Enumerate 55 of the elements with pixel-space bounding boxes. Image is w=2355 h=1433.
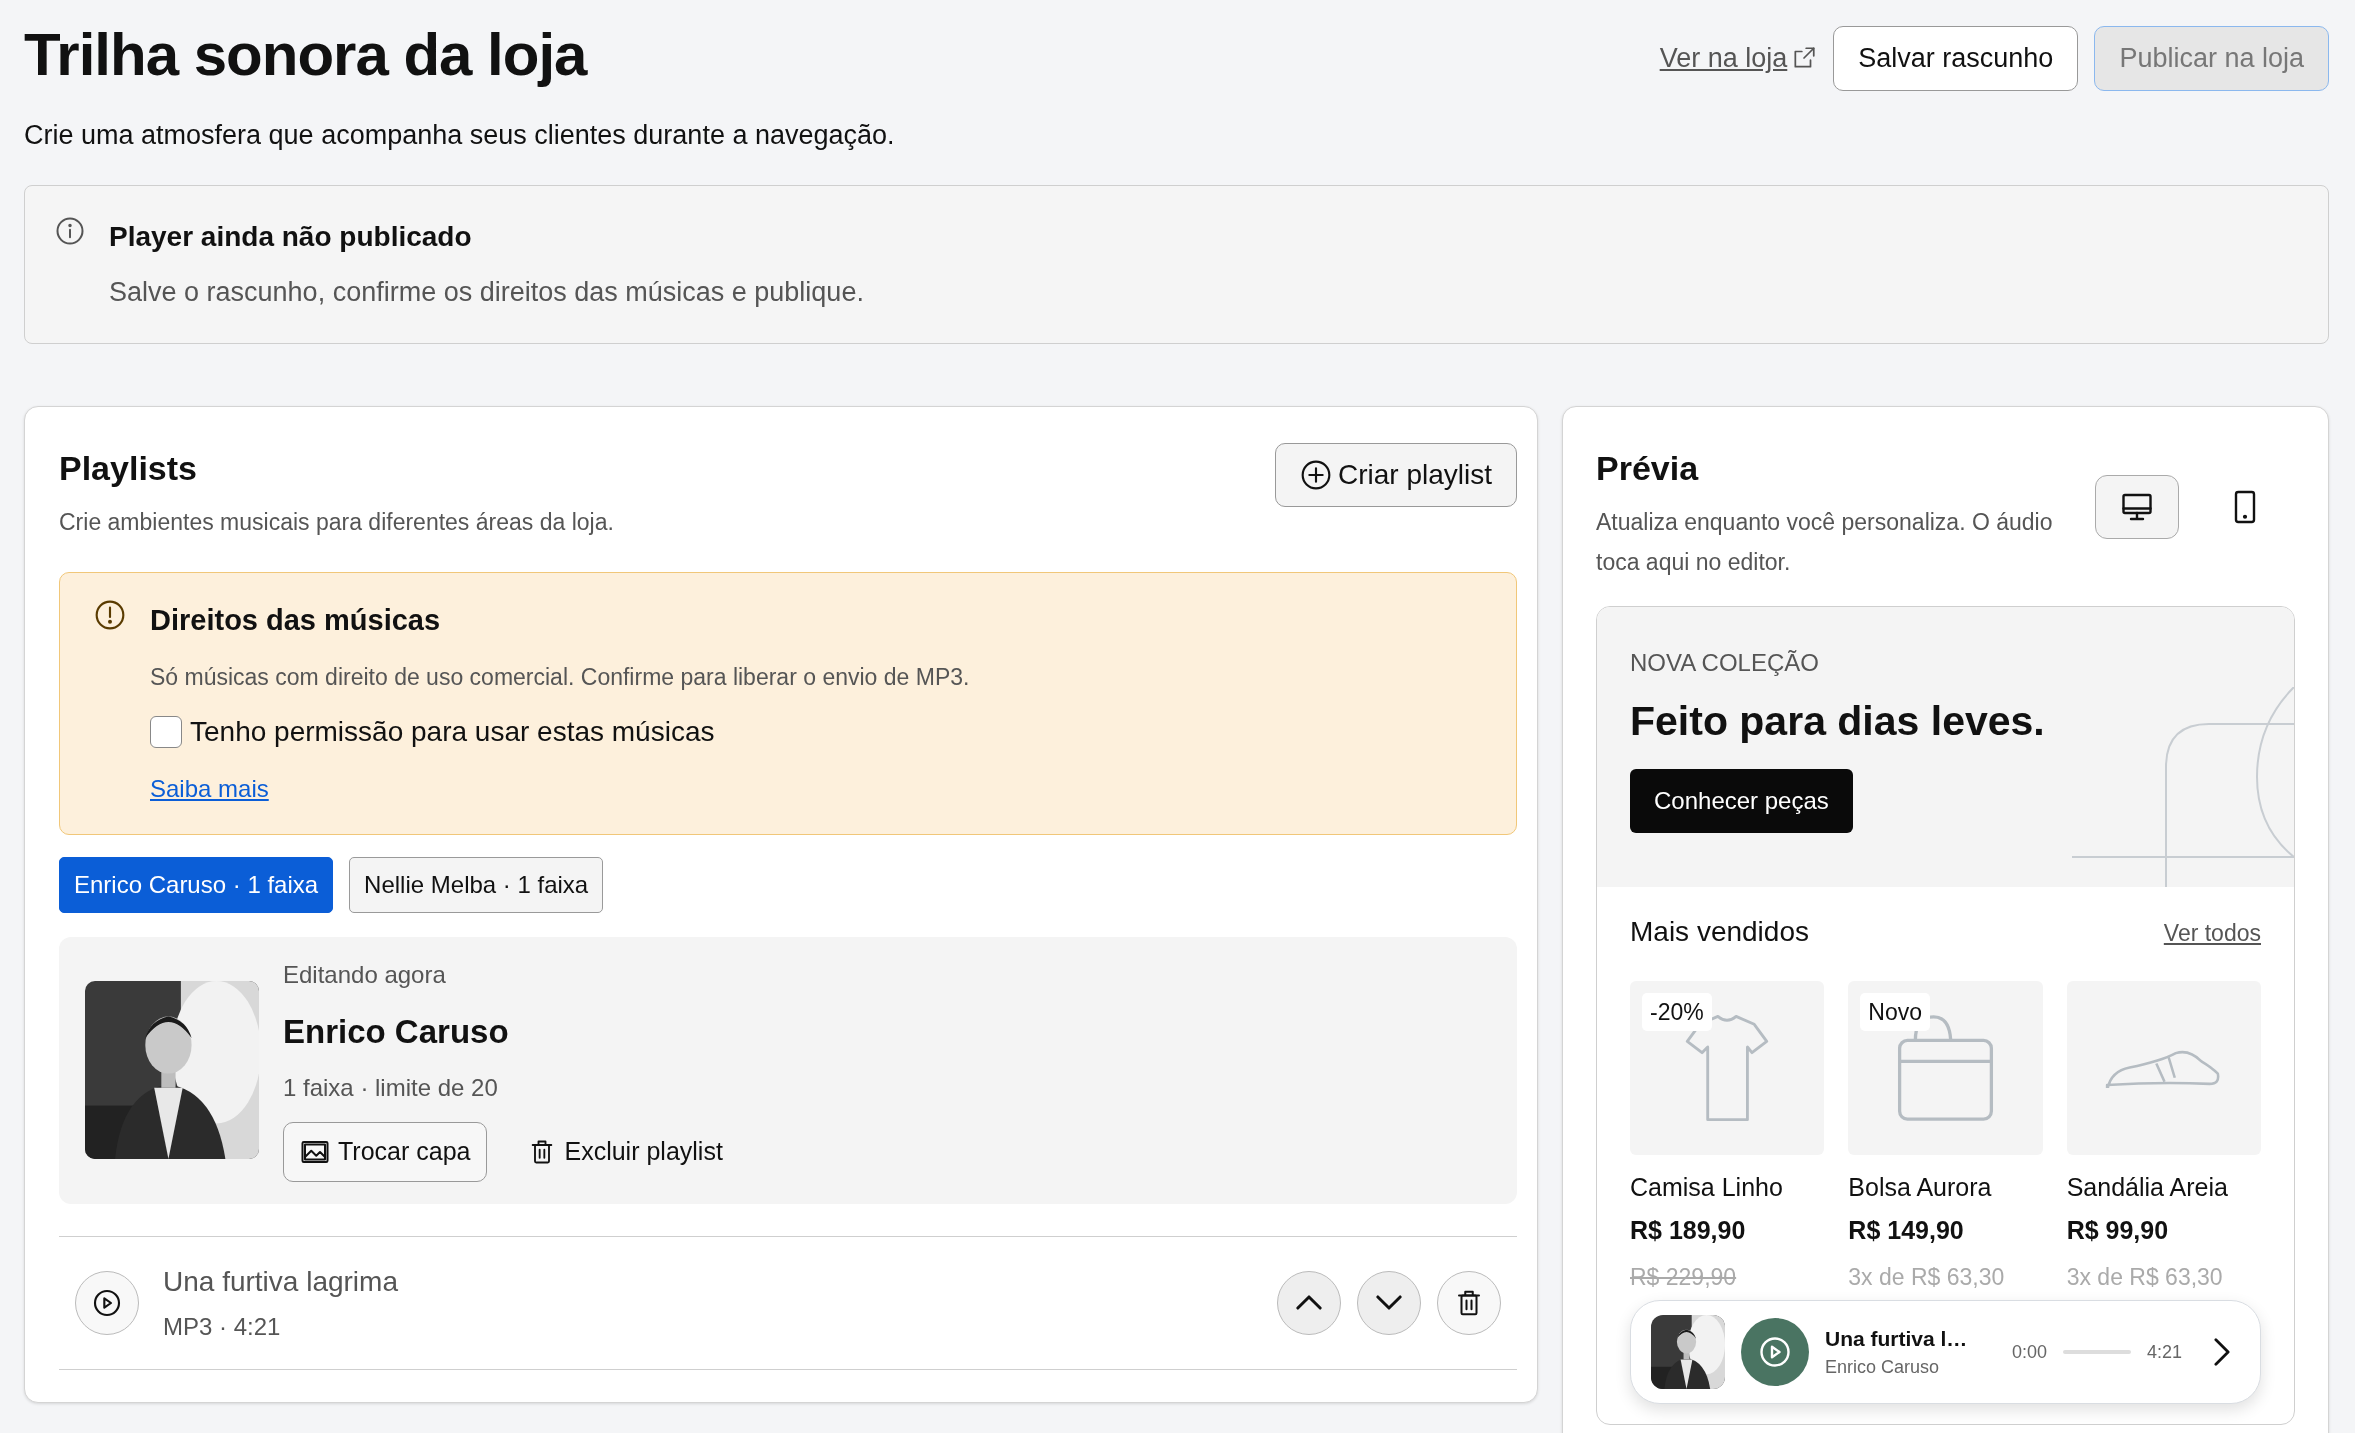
page-subtitle: Crie uma atmosfera que acompanha seus clientes durante a navegação. xyxy=(24,118,896,152)
product-name: Camisa Linho xyxy=(1630,1171,1784,1203)
progress-track xyxy=(2062,1350,2131,1354)
chevron-right-icon xyxy=(2214,1338,2230,1366)
plus-icon xyxy=(1299,458,1332,491)
track-title: Una furtiva l… xyxy=(1825,1325,1969,1352)
duration: 4:21 xyxy=(2146,1340,2182,1364)
chevron-down-icon xyxy=(1376,1295,1402,1311)
page-title: Trilha sonora da loja xyxy=(24,22,587,88)
product-name: Bolsa Aurora xyxy=(1848,1171,1993,1203)
card-title: Playlists xyxy=(59,447,198,489)
desktop-view-button[interactable] xyxy=(2095,474,2179,539)
card-subtitle: Atualiza enquanto você personaliza. O áudio toca aqui no editor. xyxy=(1596,507,2054,577)
hero-eyebrow: NOVA COLEÇÃO xyxy=(1630,648,1820,678)
notice-title: Player ainda não publicado xyxy=(109,220,473,254)
editing-label: Editando agora xyxy=(283,959,447,990)
chevron-up-icon xyxy=(1296,1295,1322,1311)
info-icon xyxy=(55,216,85,246)
elapsed-time: 0:00 xyxy=(2011,1340,2047,1364)
learn-more-link[interactable]: Saiba mais xyxy=(150,774,269,802)
card-subtitle: Crie ambientes musicais para diferentes áreas da loja. xyxy=(59,507,614,537)
artist-name: Enrico Caruso xyxy=(1825,1356,1941,1380)
playlist-name: Enrico Caruso xyxy=(283,1011,510,1052)
create-playlist-button[interactable]: Criar playlist xyxy=(1274,442,1517,507)
section-title: Mais vendidos xyxy=(1630,914,1809,949)
playlist-tab[interactable]: Nellie Melba · 1 faixa xyxy=(349,856,604,913)
product-price: R$ 99,90 xyxy=(2066,1215,2170,1246)
store-link[interactable]: Ver na loja xyxy=(1659,38,1788,79)
card-title: Prévia xyxy=(1596,447,1700,489)
checkbox[interactable] xyxy=(150,715,182,748)
track-meta: MP3 · 4:21 xyxy=(163,1311,282,1342)
installments: 3x de R$ 63,30 xyxy=(1848,1262,2006,1292)
warning-icon xyxy=(94,598,126,631)
product-badge: Novo xyxy=(1860,992,1931,1031)
track-title: Una furtiva lagrima xyxy=(163,1264,399,1299)
playlist-meta: 1 faixa · limite de 20 xyxy=(283,1073,499,1104)
product-badge: -20% xyxy=(1642,992,1712,1031)
shop-button[interactable]: Conhecer peças xyxy=(1630,768,1853,833)
change-cover-button[interactable]: Trocar capa xyxy=(283,1122,488,1182)
product-name: Sandália Areia xyxy=(2066,1171,2229,1203)
action-button[interactable]: Salvar rascunho xyxy=(1833,26,2079,91)
product-price: R$ 189,90 xyxy=(1630,1215,1747,1246)
notice-text: Salve o rascunho, confirme os direitos das músicas e publique. xyxy=(109,276,864,309)
next-button[interactable] xyxy=(2214,1338,2230,1366)
see-all-link[interactable]: Ver todos xyxy=(2163,915,2261,950)
alert-title: Direitos das músicas xyxy=(150,602,442,638)
checkbox-label[interactable]: Tenho permissão para usar estas músicas xyxy=(190,710,715,753)
product-price: R$ 149,90 xyxy=(1848,1215,1965,1246)
old-price: R$ 229,90 xyxy=(1630,1262,1738,1292)
hero-title: Feito para dias leves. xyxy=(1630,697,2046,746)
alert-text: Só músicas com direito de uso comercial. Confirme para liberar o envio de MP3. xyxy=(150,663,970,693)
play-icon xyxy=(1757,1334,1793,1370)
installments: 3x de R$ 63,30 xyxy=(2066,1262,2224,1292)
delete-playlist-button[interactable]: Excluir playlist xyxy=(511,1122,740,1182)
playlist-tab[interactable]: Enrico Caruso · 1 faixa xyxy=(59,856,334,913)
